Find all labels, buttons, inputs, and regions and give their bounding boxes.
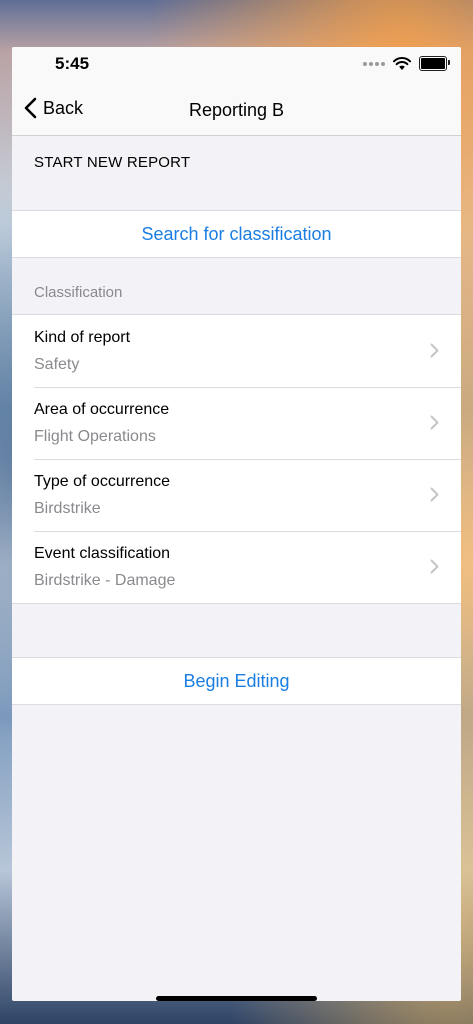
row-title: Event classification xyxy=(34,545,171,562)
row-value: Birdstrike - Damage xyxy=(34,572,176,589)
wifi-icon xyxy=(393,56,411,70)
row-value: Flight Operations xyxy=(34,428,156,445)
status-bar: 5:45 xyxy=(12,47,461,87)
chevron-right-icon xyxy=(430,487,439,502)
status-time: 5:45 xyxy=(55,54,90,73)
home-indicator xyxy=(156,996,317,1001)
start-new-report-header: START NEW REPORT xyxy=(34,154,191,171)
list-item-event-classification[interactable]: Event classification Birdstrike - Damage xyxy=(12,531,461,603)
list-item-kind-of-report[interactable]: Kind of report Safety xyxy=(12,315,461,387)
search-classification-button[interactable]: Search for classification xyxy=(12,210,461,258)
status-icons xyxy=(363,56,450,71)
page-title: Reporting B xyxy=(188,100,285,120)
chevron-right-icon xyxy=(430,559,439,574)
navigation-bar: Back Reporting B xyxy=(12,87,461,136)
row-title: Kind of report xyxy=(34,329,131,346)
app-screen: 5:45 Back Reporting B START NEW REPORT S… xyxy=(12,47,461,1001)
begin-editing-button[interactable]: Begin Editing xyxy=(12,657,461,705)
battery-icon xyxy=(419,56,450,71)
list-item-type-of-occurrence[interactable]: Type of occurrence Birdstrike xyxy=(12,459,461,531)
row-title: Type of occurrence xyxy=(34,473,171,490)
row-value: Birdstrike xyxy=(34,500,101,517)
signal-dots-icon xyxy=(363,61,385,66)
list-item-area-of-occurrence[interactable]: Area of occurrence Flight Operations xyxy=(12,387,461,459)
classification-header: Classification xyxy=(34,284,123,301)
chevron-right-icon xyxy=(430,415,439,430)
row-value: Safety xyxy=(34,356,80,373)
row-title: Area of occurrence xyxy=(34,401,170,418)
classification-list: Kind of report Safety Area of occurrence… xyxy=(12,314,461,604)
chevron-right-icon xyxy=(430,343,439,358)
